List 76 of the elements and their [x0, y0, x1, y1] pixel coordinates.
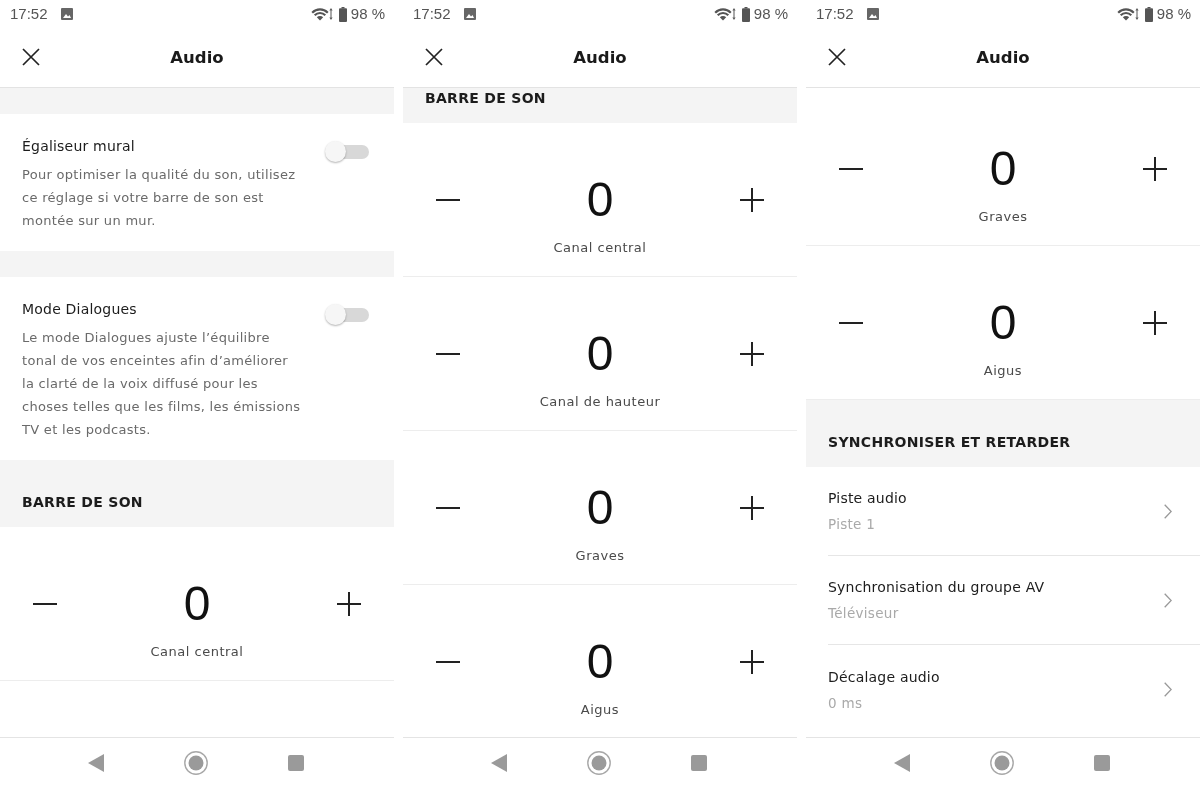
screen-title: Audio — [976, 46, 1030, 69]
chevron-right-icon — [1164, 592, 1172, 608]
screen-title: Audio — [573, 46, 627, 69]
home-icon[interactable] — [990, 751, 1014, 775]
stepper-label: Aigus — [580, 701, 620, 719]
stepper-value: 0 — [989, 299, 1017, 347]
stepper-value: 0 — [183, 580, 211, 628]
setting-title: Égaliseur mural — [22, 137, 136, 156]
settings-row[interactable]: Piste audio Piste 1 — [828, 467, 1200, 556]
status-time: 17:52 — [816, 5, 854, 23]
section-header: BARRE DE SON — [22, 493, 143, 511]
battery-percentage: 98 % — [350, 5, 385, 23]
home-icon[interactable] — [184, 751, 208, 775]
minus-icon — [436, 661, 460, 663]
stepper-label: Canal central — [553, 239, 647, 257]
battery-percentage: 98 % — [1156, 5, 1191, 23]
row-value: Téléviseur — [828, 604, 900, 623]
setting-description: Le mode Dialogues ajuste l’équilibre tonal de vos enceintes afin d’améliorer la clarté de la voix diffusé pour les choses telles que les films, les émissions TV et les podcasts. — [22, 329, 302, 439]
close-icon — [22, 48, 40, 66]
close-icon — [828, 48, 846, 66]
stepper-label: Graves — [978, 208, 1028, 226]
chevron-right-icon — [1164, 503, 1172, 519]
image-icon — [866, 8, 879, 20]
battery-icon — [741, 6, 750, 22]
row-title: Piste audio — [828, 489, 907, 508]
stepper-label: Canal de hauteur — [539, 393, 661, 411]
wifi-icon — [713, 7, 736, 21]
stepper-value: 0 — [586, 638, 614, 686]
minus-icon — [436, 507, 460, 509]
screen-title: Audio — [170, 46, 224, 69]
plus-icon — [740, 342, 764, 366]
battery-percentage: 98 % — [753, 5, 788, 23]
back-icon[interactable] — [894, 754, 910, 772]
plus-icon — [1143, 311, 1167, 335]
status-time: 17:52 — [413, 5, 451, 23]
toggle-switch[interactable] — [325, 304, 369, 325]
home-icon[interactable] — [587, 751, 611, 775]
stepper-label: Graves — [575, 547, 625, 565]
section-header: BARRE DE SON — [425, 89, 546, 107]
stepper-value: 0 — [989, 145, 1017, 193]
close-icon — [425, 48, 443, 66]
row-value: Piste 1 — [828, 515, 877, 534]
minus-icon — [436, 199, 460, 201]
plus-icon — [337, 592, 361, 616]
setting-description: Pour optimiser la qualité du son, utilisez ce réglage si votre barre de son est montée sur un mur. — [22, 166, 297, 230]
stepper-value: 0 — [586, 176, 614, 224]
row-title: Synchronisation du groupe AV — [828, 578, 1045, 597]
wifi-icon — [310, 7, 333, 21]
stepper-value: 0 — [586, 484, 614, 532]
status-time: 17:52 — [10, 5, 48, 23]
minus-icon — [436, 353, 460, 355]
plus-icon — [1143, 157, 1167, 181]
plus-icon — [740, 496, 764, 520]
section-header: SYNCHRONISER ET RETARDER — [828, 433, 1071, 451]
plus-icon — [740, 188, 764, 212]
back-icon[interactable] — [88, 754, 104, 772]
minus-icon — [839, 168, 863, 170]
stepper-label: Canal central — [150, 643, 244, 661]
back-icon[interactable] — [491, 754, 507, 772]
chevron-right-icon — [1164, 682, 1172, 697]
row-title: Décalage audio — [828, 667, 940, 687]
stepper-value: 0 — [586, 330, 614, 378]
settings-row[interactable]: Synchronisation du groupe AV Téléviseur — [828, 556, 1200, 645]
image-icon — [60, 8, 73, 20]
toggle-switch[interactable] — [325, 141, 369, 162]
plus-icon — [740, 650, 764, 674]
setting-title: Mode Dialogues — [22, 300, 138, 319]
stepper-label: Aigus — [983, 362, 1023, 380]
image-icon — [463, 8, 476, 20]
minus-icon — [33, 603, 57, 605]
wifi-icon — [1116, 7, 1139, 21]
battery-icon — [1144, 6, 1153, 22]
row-value: 0 ms — [828, 693, 864, 713]
settings-row[interactable]: Décalage audio 0 ms — [828, 645, 1200, 734]
battery-icon — [338, 6, 347, 22]
minus-icon — [839, 322, 863, 324]
